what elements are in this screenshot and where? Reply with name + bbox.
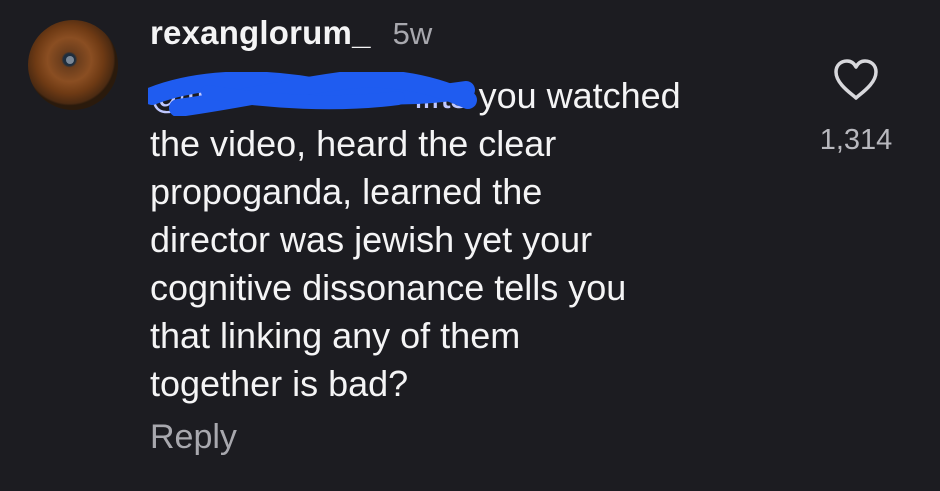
- comment-line-2: the video, heard the clear: [150, 123, 557, 164]
- comment-line-7: together is bad?: [150, 363, 409, 404]
- comment-line-5: cognitive dissonance tells you: [150, 267, 627, 308]
- reply-button[interactable]: Reply: [150, 418, 237, 457]
- comment-text: @ti lifts you watched the video, heard th…: [150, 72, 790, 408]
- comment-line-3: propoganda, learned the: [150, 171, 543, 212]
- comment-line-6: that linking any of them: [150, 315, 521, 356]
- username[interactable]: rexanglorum_: [150, 14, 371, 52]
- like-area: 1,314: [800, 58, 912, 157]
- comment-line-1-text: you watched: [478, 75, 681, 116]
- like-count: 1,314: [819, 124, 893, 156]
- redaction-scribble: [148, 72, 477, 116]
- comment-line-4: director was jewish yet your: [150, 219, 593, 260]
- heart-outline-icon[interactable]: [832, 58, 880, 102]
- avatar[interactable]: [28, 20, 118, 110]
- comment-header: rexanglorum_ 5w: [150, 14, 432, 60]
- timestamp: 5w: [392, 16, 433, 51]
